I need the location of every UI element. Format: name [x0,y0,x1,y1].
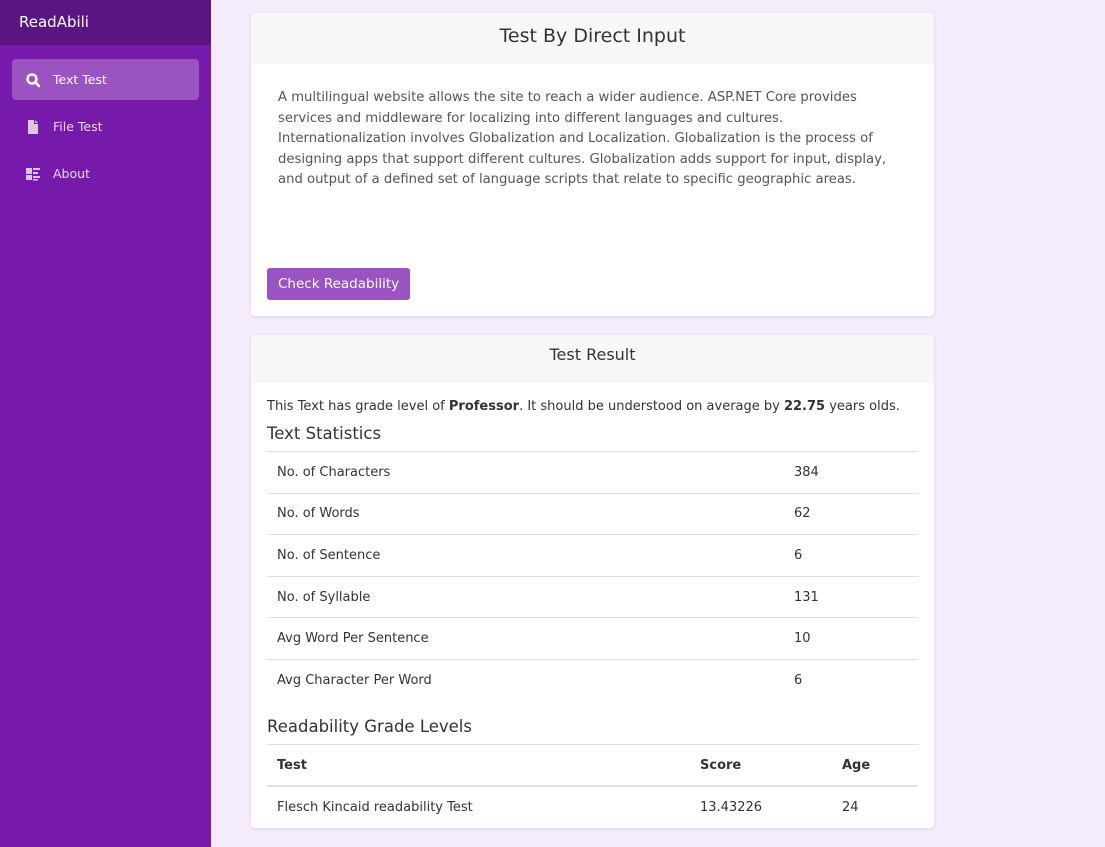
check-readability-button[interactable]: Check Readability [267,268,411,300]
stat-value: 62 [784,492,918,535]
stat-value: 10 [784,617,918,660]
sidebar-item-label: About [53,166,90,181]
stat-label: Avg Word Per Sentence [267,617,784,660]
column-header-age: Age [832,744,918,788]
stat-value: 6 [784,534,918,577]
table-row: Flesch Kincaid readability Test 13.43226 2… [267,785,918,828]
grade-levels-table: Test Score Age Flesch Kincaid readabilit… [267,744,918,828]
stat-label: No. of Sentence [267,534,784,577]
app-title[interactable]: ReadAbili [0,0,211,45]
input-card: Test By Direct Input A multilingual webs… [251,13,934,316]
table-row: No. of Words 62 [267,492,918,535]
list-icon [26,167,40,180]
result-card-title: Test Result [251,335,934,383]
stat-value: 131 [784,575,918,618]
table-row: No. of Characters 384 [267,451,918,494]
sidebar: ReadAbili Text Test File Test About [0,0,211,847]
sidebar-item-about[interactable]: About [12,153,199,194]
sidebar-item-label: File Test [53,119,103,134]
stat-label: No. of Words [267,492,784,535]
stat-value: 6 [784,658,918,702]
result-card: Test Result This Text has grade level of… [251,335,934,828]
test-score: 13.43226 [690,785,832,828]
result-summary: This Text has grade level of Professor. … [267,399,900,414]
stat-value: 384 [784,451,918,494]
table-row: No. of Sentence 6 [267,534,918,577]
table-row: No. of Syllable 131 [267,575,918,618]
stat-label: Avg Character Per Word [267,658,784,702]
grade-level: Professor [448,399,520,414]
file-icon [28,119,38,134]
sidebar-item-text-test[interactable]: Text Test [12,59,199,100]
text-statistics-heading: Text Statistics [267,424,382,443]
search-icon [26,72,41,87]
test-name: Flesch Kincaid readability Test [267,785,690,828]
stat-label: No. of Syllable [267,575,784,618]
stat-label: No. of Characters [267,451,784,494]
input-card-title: Test By Direct Input [251,13,934,64]
column-header-test: Test [267,744,690,788]
sidebar-item-file-test[interactable]: File Test [12,106,199,147]
sidebar-item-label: Text Test [53,72,107,87]
table-row: Avg Word Per Sentence 10 [267,617,918,660]
grade-levels-heading: Readability Grade Levels [267,717,472,737]
average-age: 22.75 [783,399,826,414]
text-input[interactable]: A multilingual website allows the site t… [251,64,934,268]
table-header-row: Test Score Age [267,744,918,788]
table-row: Avg Character Per Word 6 [267,658,918,702]
test-age: 24 [832,785,918,828]
column-header-score: Score [690,744,832,788]
statistics-table: No. of Characters 384 No. of Words 62 No. of… [267,451,918,702]
